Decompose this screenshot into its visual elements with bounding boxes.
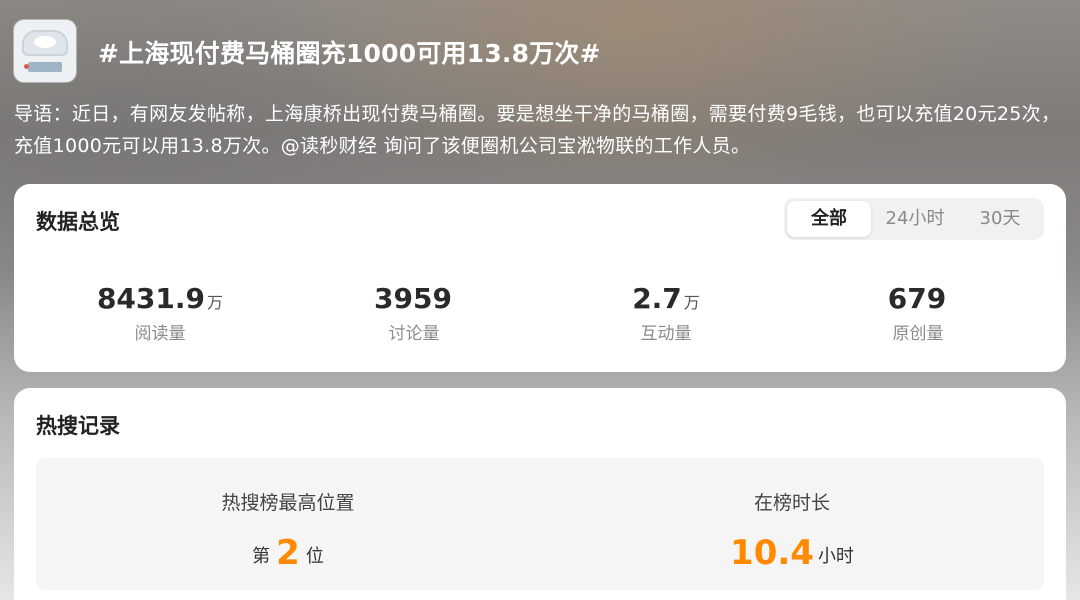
topic-intro: 导语：近日，有网友发帖称，上海康桥出现付费马桶圈。要是想坐干净的马桶圈，需要付费…	[14, 103, 1061, 157]
hot-search-card: 热搜记录 热搜榜最高位置 第2位 在榜时长 10.4 小时	[14, 388, 1066, 600]
toilet-seat-thumbnail-icon	[14, 20, 76, 82]
highest-position: 热搜榜最高位置 第2位	[58, 488, 518, 573]
stat-interactions-value: 2.7	[632, 282, 682, 315]
data-overview-card: 数据总览 全部 24小时 30天 8431.9 万 阅读量 3959 讨论量 2.…	[14, 184, 1066, 372]
tab-30d[interactable]: 30天	[959, 201, 1041, 237]
time-range-tabs: 全部 24小时 30天	[784, 198, 1044, 240]
on-list-duration-label: 在榜时长	[753, 492, 830, 514]
stat-reads-value: 8431.9	[96, 282, 206, 315]
highest-position-label: 热搜榜最高位置	[221, 492, 355, 514]
stat-reads-unit: 万	[207, 293, 224, 312]
stat-interactions-label: 互动量	[640, 324, 692, 344]
on-list-duration-suffix: 小时	[817, 546, 854, 567]
on-list-duration: 在榜时长 10.4 小时	[562, 488, 1022, 573]
stat-interactions-unit: 万	[683, 293, 700, 312]
stat-originals-label: 原创量	[892, 324, 944, 344]
stat-reads-label: 阅读量	[134, 324, 186, 344]
stat-originals-value: 679	[887, 282, 947, 315]
highest-position-prefix: 第	[252, 546, 271, 567]
tab-all[interactable]: 全部	[787, 201, 871, 237]
on-list-duration-value: 10.4	[730, 533, 814, 573]
stat-interactions: 2.7 万 互动量	[556, 282, 776, 344]
stat-reads: 8431.9 万 阅读量	[50, 282, 270, 344]
stat-discussions-label: 讨论量	[388, 324, 440, 344]
tab-24h[interactable]: 24小时	[873, 201, 957, 237]
stat-discussions: 3959 讨论量	[304, 282, 524, 344]
topic-title: #上海现付费马桶圈充1000可用13.8万次#	[98, 39, 601, 68]
overview-title: 数据总览	[36, 210, 120, 234]
stat-originals: 679 原创量	[808, 282, 1028, 344]
highest-position-suffix: 位	[305, 546, 324, 567]
highest-position-value: 2	[276, 533, 300, 573]
stat-discussions-value: 3959	[374, 282, 452, 315]
hot-search-title: 热搜记录	[36, 414, 120, 438]
topic-header: #上海现付费马桶圈充1000可用13.8万次#	[14, 20, 1066, 82]
hot-search-box: 热搜榜最高位置 第2位 在榜时长 10.4 小时	[36, 458, 1044, 590]
